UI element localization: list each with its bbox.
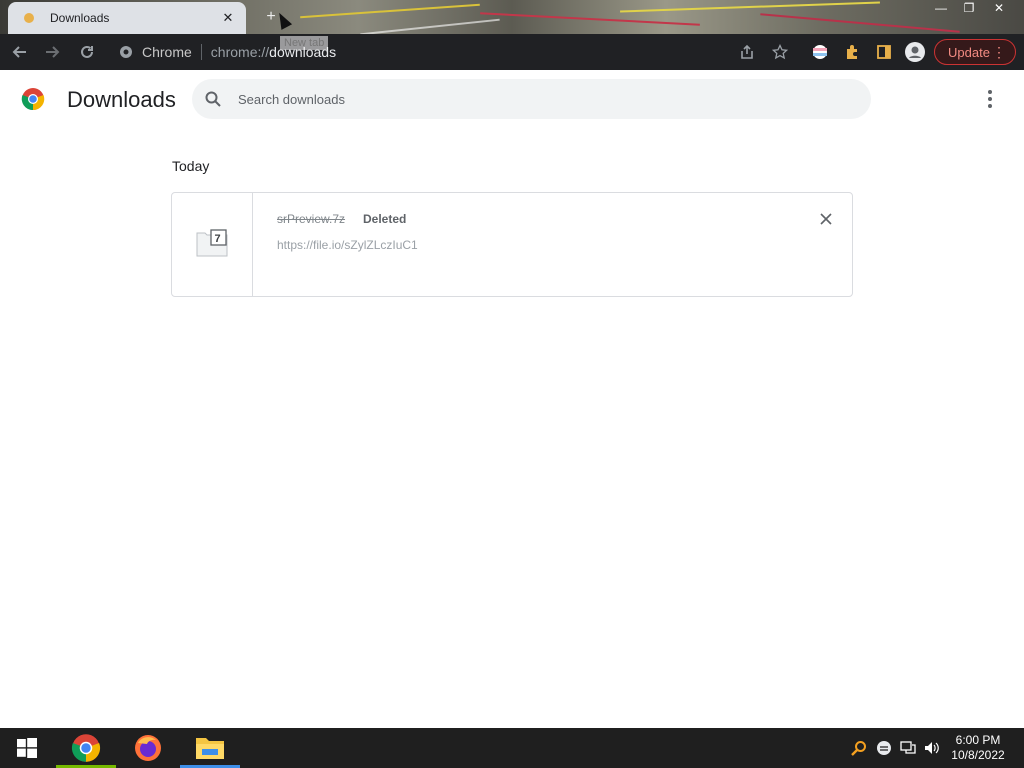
tray-message-icon[interactable] <box>876 740 892 756</box>
site-chip-label: Chrome <box>142 44 192 60</box>
tab-downloads[interactable]: Downloads ✕ <box>8 2 246 34</box>
extension-flag-icon[interactable] <box>810 42 830 62</box>
share-icon-glyph <box>741 44 753 59</box>
download-icon-column: 7 <box>172 193 253 296</box>
page-title: Downloads <box>67 87 176 112</box>
chrome-app-icon <box>71 734 101 762</box>
wallpaper-scratch <box>300 3 480 19</box>
update-button[interactable]: Update ⋮ <box>934 39 1016 65</box>
taskbar-clock[interactable]: 6:00 PM 10/8/2022 <box>944 733 1012 763</box>
star-icon <box>772 44 788 60</box>
forward-button[interactable] <box>38 37 68 67</box>
folder-app-icon <box>196 738 224 759</box>
puzzle-icon <box>847 45 857 59</box>
reload-icon <box>81 45 93 58</box>
profile-avatar-icon[interactable] <box>905 42 925 62</box>
wallpaper-scratch <box>620 1 880 13</box>
start-button[interactable] <box>0 728 54 768</box>
network-icon <box>900 741 916 754</box>
chrome-menu-icon[interactable]: ⋮ <box>992 44 1006 61</box>
address-separator <box>200 44 202 60</box>
taskbar: 6:00 PM 10/8/2022 <box>0 728 1024 768</box>
back-arrow-icon <box>12 46 26 58</box>
title-bar: Downloads ✕ + — ❐ ✕ <box>0 0 1024 34</box>
magnifier-icon <box>851 741 866 756</box>
windows-logo-icon <box>17 738 37 758</box>
firefox-app-icon <box>135 735 161 761</box>
close-window-button[interactable]: ✕ <box>982 0 1016 18</box>
section-date-heading: Today <box>172 158 210 174</box>
downloads-favicon-icon <box>24 13 34 23</box>
share-icon[interactable] <box>737 42 757 62</box>
wallpaper-scratch <box>360 18 500 34</box>
restore-button[interactable]: ❐ <box>952 0 986 18</box>
taskbar-firefox[interactable] <box>118 728 178 768</box>
tab-close-icon[interactable]: ✕ <box>220 10 236 26</box>
sidepanel-icon <box>877 45 891 59</box>
download-file-name[interactable]: srPreview.7z <box>277 212 345 226</box>
downloads-page: Downloads Search downloads Today 7 srPre… <box>0 70 1024 728</box>
tray-volume-icon[interactable] <box>924 740 940 756</box>
svg-text:7: 7 <box>215 233 221 245</box>
wallpaper-scratch <box>480 12 700 26</box>
reload-button[interactable] <box>72 37 102 67</box>
search-placeholder: Search downloads <box>238 91 345 107</box>
extensions-puzzle-icon[interactable] <box>842 42 862 62</box>
tray-search-icon[interactable] <box>851 740 867 756</box>
speaker-icon <box>925 742 939 754</box>
search-downloads-field[interactable]: Search downloads <box>192 79 871 119</box>
tab-title: Downloads <box>50 11 110 25</box>
browser-toolbar: Chrome chrome:// downloads Update ⋮ <box>0 34 1024 70</box>
avatar-icon <box>905 42 925 62</box>
url-scheme: chrome:// <box>210 44 270 60</box>
remove-download-button[interactable] <box>817 210 835 228</box>
tray-network-icon[interactable] <box>900 740 916 756</box>
new-tab-tooltip: New tab <box>280 36 329 50</box>
download-status: Deleted <box>363 212 407 226</box>
clock-time: 6:00 PM <box>955 733 1001 747</box>
forward-arrow-icon <box>46 46 60 58</box>
download-item: 7 srPreview.7z Deleted https://file.io/s… <box>171 192 853 297</box>
back-button[interactable] <box>4 37 34 67</box>
search-icon <box>205 91 221 107</box>
clock-date: 10/8/2022 <box>951 748 1005 762</box>
update-label: Update <box>948 44 990 60</box>
bookmark-star-icon[interactable] <box>770 42 790 62</box>
7z-file-icon: 7 <box>196 229 228 257</box>
download-source-url[interactable]: https://file.io/sZylZLczIuC1 <box>277 238 418 252</box>
chrome-site-icon <box>120 46 132 58</box>
more-actions-menu-icon[interactable] <box>980 88 1000 110</box>
flag-icon <box>813 45 827 59</box>
address-bar[interactable]: Chrome chrome:// downloads <box>110 37 798 67</box>
chat-bubble-icon <box>877 741 891 755</box>
taskbar-file-explorer[interactable] <box>180 728 240 768</box>
taskbar-chrome[interactable] <box>56 728 116 768</box>
close-icon <box>820 213 832 225</box>
chrome-logo-icon <box>21 88 45 111</box>
side-panel-icon[interactable] <box>874 42 894 62</box>
